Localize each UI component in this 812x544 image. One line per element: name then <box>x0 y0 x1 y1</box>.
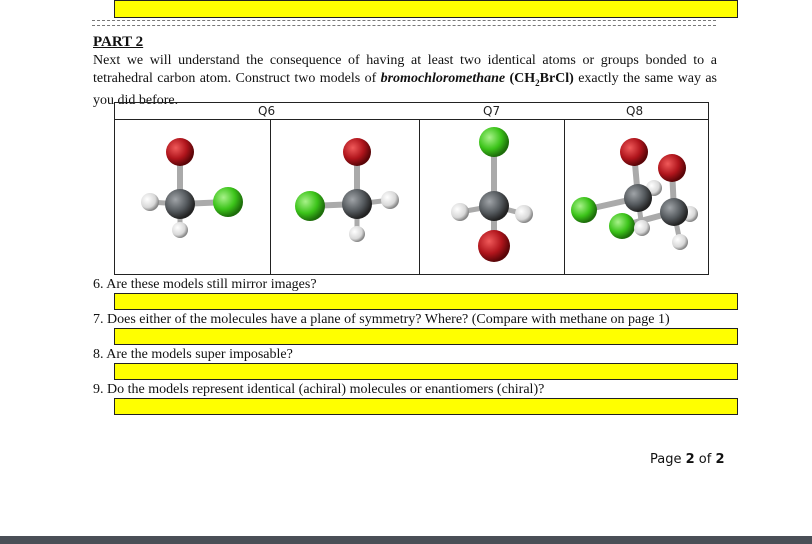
table-column-divider <box>419 119 420 275</box>
answer-box-top[interactable] <box>114 0 738 18</box>
section-divider <box>92 20 716 26</box>
table-column-divider <box>564 119 565 275</box>
chlorine-atom <box>479 127 509 157</box>
molecule-model-3 <box>451 127 533 262</box>
carbon-atom <box>660 198 688 226</box>
carbon-atom <box>479 191 509 221</box>
chlorine-atom <box>295 191 325 221</box>
hydrogen-atom <box>515 205 533 223</box>
hydrogen-atom <box>172 222 188 238</box>
formula: (CH2BrCl) <box>505 70 574 88</box>
question-8: 8. Are the models super imposable? <box>93 347 293 362</box>
carbon-atom <box>342 189 372 219</box>
compound-name: bromochloromethane <box>380 70 506 86</box>
hydrogen-atom <box>634 220 650 236</box>
hydrogen-atom <box>141 193 159 211</box>
column-header-q8: Q8 <box>626 104 644 118</box>
hydrogen-atom <box>349 226 365 242</box>
question-7: 7. Does either of the molecules have a p… <box>93 312 670 327</box>
question-9: 9. Do the models represent identical (ac… <box>93 382 545 397</box>
bromine-atom <box>658 154 686 182</box>
bromine-atom <box>166 138 194 166</box>
chlorine-atom <box>571 197 597 223</box>
molecule-model-2 <box>295 138 399 242</box>
table-header-divider <box>114 119 709 120</box>
answer-box-q8[interactable] <box>114 363 738 380</box>
chlorine-atom <box>609 213 635 239</box>
hydrogen-atom <box>451 203 469 221</box>
table-column-divider <box>270 119 271 275</box>
answer-box-q6[interactable] <box>114 293 738 310</box>
window-bottom-bar <box>0 536 812 544</box>
molecule-model-4 <box>571 138 698 250</box>
carbon-atom <box>624 184 652 212</box>
hydrogen-atom <box>672 234 688 250</box>
chlorine-atom <box>213 187 243 217</box>
bromine-atom <box>478 230 510 262</box>
answer-box-q9[interactable] <box>114 398 738 415</box>
answer-box-q7[interactable] <box>114 328 738 345</box>
intro-paragraph: Next we will understand the consequence … <box>93 52 717 109</box>
part-title: PART 2 <box>93 34 144 50</box>
bromine-atom <box>343 138 371 166</box>
bromine-atom <box>620 138 648 166</box>
molecule-model-1 <box>141 138 243 238</box>
column-header-q6: Q6 <box>258 104 276 118</box>
carbon-atom <box>165 189 195 219</box>
hydrogen-atom <box>381 191 399 209</box>
column-header-q7: Q7 <box>483 104 501 118</box>
page-number: Page 2 of 2 <box>650 452 725 467</box>
question-6: 6. Are these models still mirror images? <box>93 277 317 292</box>
